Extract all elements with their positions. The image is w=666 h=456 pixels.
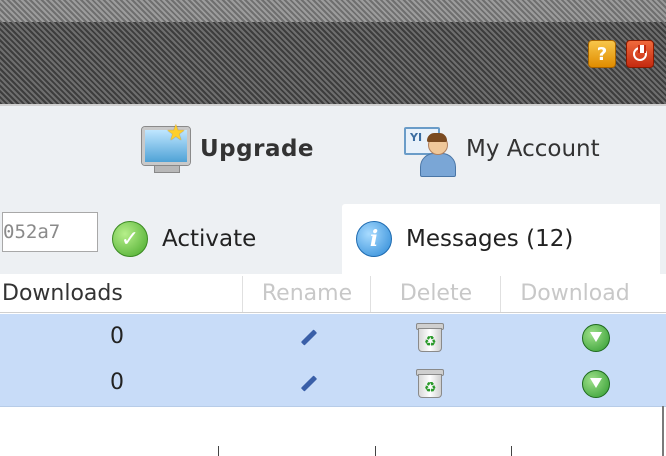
help-icon: ? (596, 43, 608, 65)
top-strip (0, 0, 666, 22)
monitor-upgrade-icon: ★ (136, 121, 192, 177)
footer-area (0, 414, 666, 456)
tab-messages[interactable]: i Messages (12) (342, 204, 660, 274)
id-field[interactable]: 052a7 (2, 212, 98, 252)
user-account-icon: YI (402, 121, 458, 177)
scrollbar-edge[interactable] (662, 406, 664, 456)
info-icon: i (356, 221, 392, 257)
download-arrow-icon[interactable] (582, 370, 610, 398)
tab-messages-label: Messages (12) (406, 226, 574, 252)
table-row[interactable]: 0 ♻ (0, 360, 666, 407)
downloads-count: 0 (110, 324, 124, 349)
check-icon: ✓ (112, 221, 148, 257)
footer-tick (375, 446, 376, 456)
column-header-rename: Rename (242, 276, 371, 312)
download-arrow-icon[interactable] (582, 324, 610, 352)
downloads-count: 0 (110, 370, 124, 395)
column-header-download: Download (500, 276, 649, 312)
my-account-label: My Account (466, 136, 600, 162)
tab-activate-label: Activate (162, 226, 257, 252)
footer-tick (218, 446, 219, 456)
power-icon (633, 45, 647, 61)
recycle-bin-icon[interactable]: ♻ (416, 322, 444, 352)
upgrade-label: Upgrade (200, 136, 315, 162)
tab-activate[interactable]: ✓ Activate (112, 204, 256, 274)
upgrade-link[interactable]: ★ Upgrade (136, 118, 314, 180)
column-header-downloads[interactable]: Downloads (2, 276, 123, 312)
my-account-link[interactable]: YI My Account (402, 118, 600, 180)
logout-button[interactable] (626, 40, 654, 68)
table-row[interactable]: 0 ♻ (0, 314, 666, 361)
recycle-bin-icon[interactable]: ♻ (416, 368, 444, 398)
help-button[interactable]: ? (588, 40, 616, 68)
column-header-delete: Delete (370, 276, 501, 312)
pencil-icon[interactable] (298, 326, 320, 348)
id-value: 052a7 (3, 221, 61, 243)
app-header (0, 22, 666, 104)
pencil-icon[interactable] (298, 372, 320, 394)
footer-tick (511, 446, 512, 456)
